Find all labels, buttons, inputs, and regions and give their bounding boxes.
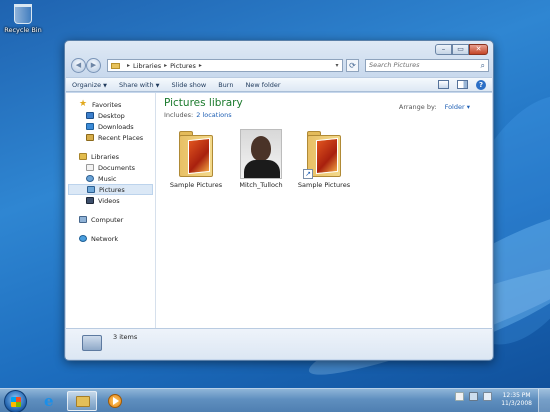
organize-button[interactable]: Organize ▼ xyxy=(66,81,113,89)
recycle-bin-icon xyxy=(14,4,32,24)
locations-link[interactable]: 2 locations xyxy=(196,111,231,119)
search-placeholder: Search Pictures xyxy=(369,61,420,69)
new-folder-button[interactable]: New folder xyxy=(239,81,286,89)
network-icon xyxy=(79,235,87,242)
change-view-icon[interactable] xyxy=(438,80,449,89)
chevron-down-icon: ▼ xyxy=(155,82,160,89)
recycle-bin-shortcut[interactable]: Recycle Bin xyxy=(2,4,44,34)
breadcrumb-libraries[interactable]: Libraries xyxy=(133,62,161,70)
videos-icon xyxy=(86,197,94,204)
recycle-bin-label: Recycle Bin xyxy=(4,26,42,34)
folder-shortcut-icon: ↗ xyxy=(303,129,345,179)
help-icon[interactable]: ? xyxy=(476,79,486,90)
action-center-icon[interactable] xyxy=(455,392,464,401)
notification-area xyxy=(455,392,492,401)
burn-button[interactable]: Burn xyxy=(212,81,239,89)
item-count: 3 items xyxy=(113,333,138,341)
search-input[interactable]: Search Pictures ⌕ xyxy=(365,59,489,72)
nav-videos[interactable]: Videos xyxy=(66,195,155,206)
navigation-bar: ◀ ▶ ▸ Libraries ▸ Pictures ▸ ▾ ⟳ Search … xyxy=(71,58,489,74)
star-icon: ★ xyxy=(79,99,88,109)
chevron-down-icon: ▼ xyxy=(103,82,107,89)
nav-downloads[interactable]: Downloads xyxy=(66,121,155,132)
explorer-window: – ▭ ✕ ◀ ▶ ▸ Libraries ▸ Pictures ▸ ▾ ⟳ S… xyxy=(64,40,494,361)
recent-places-icon xyxy=(86,134,94,141)
refresh-button[interactable]: ⟳ xyxy=(346,59,359,72)
start-button[interactable] xyxy=(4,390,27,412)
item-label: Mitch_Tulloch xyxy=(239,181,283,189)
network-icon[interactable] xyxy=(469,392,478,401)
navigation-pane: ★ Favorites Desktop Downloads Recent Plac… xyxy=(66,93,156,330)
arrange-by: Arrange by: Folder ▾ xyxy=(398,103,470,111)
command-bar: Organize ▼ Share with ▼ Slide show Burn Ne… xyxy=(66,77,492,92)
library-details-icon xyxy=(82,335,102,351)
list-item[interactable]: Sample Pictures xyxy=(166,129,226,189)
minimize-button[interactable]: – xyxy=(435,44,452,55)
list-item[interactable]: Mitch_Tulloch xyxy=(231,129,291,189)
arrange-by-dropdown[interactable]: Folder ▾ xyxy=(445,103,470,111)
documents-icon xyxy=(86,164,94,171)
address-dropdown-icon[interactable]: ▾ xyxy=(332,62,342,69)
breadcrumb-arrow-icon: ▸ xyxy=(198,62,202,69)
downloads-icon xyxy=(86,123,94,130)
volume-icon[interactable] xyxy=(483,392,492,401)
item-label: Sample Pictures xyxy=(169,181,223,189)
clock[interactable]: 12:35 PM 11/3/2008 xyxy=(501,392,532,408)
music-icon xyxy=(86,175,94,182)
caption-buttons: – ▭ ✕ xyxy=(435,44,488,55)
computer-icon xyxy=(79,216,87,223)
windows-logo-icon xyxy=(11,397,21,407)
search-icon[interactable]: ⌕ xyxy=(481,60,485,71)
desktop-icon xyxy=(86,112,94,119)
library-includes: Includes: 2 locations xyxy=(164,111,232,119)
nav-network[interactable]: Network xyxy=(66,233,155,244)
window-body: ★ Favorites Desktop Downloads Recent Plac… xyxy=(66,93,492,330)
nav-documents[interactable]: Documents xyxy=(66,162,155,173)
folder-icon xyxy=(76,396,90,407)
back-button[interactable]: ◀ xyxy=(71,58,86,73)
taskbar: e 12:35 PM 11/3/2008 xyxy=(0,388,550,412)
breadcrumb-arrow-icon: ▸ xyxy=(164,62,168,69)
details-pane: 3 items xyxy=(66,328,492,359)
forward-button[interactable]: ▶ xyxy=(86,58,101,73)
internet-explorer-button[interactable]: e xyxy=(36,391,66,411)
nav-computer[interactable]: Computer xyxy=(66,214,155,225)
nav-music[interactable]: Music xyxy=(66,173,155,184)
nav-desktop[interactable]: Desktop xyxy=(66,110,155,121)
media-player-button[interactable] xyxy=(100,391,130,411)
clock-time: 12:35 PM xyxy=(502,392,531,399)
clock-date: 11/3/2008 xyxy=(501,400,532,407)
pictures-icon xyxy=(87,186,95,193)
libraries-icon xyxy=(79,153,87,160)
nav-pictures[interactable]: Pictures xyxy=(68,184,153,195)
slide-show-button[interactable]: Slide show xyxy=(165,81,212,89)
nav-recent-places[interactable]: Recent Places xyxy=(66,132,155,143)
item-label: Sample Pictures xyxy=(297,181,351,189)
list-item[interactable]: ↗ Sample Pictures xyxy=(294,129,354,189)
maximize-button[interactable]: ▭ xyxy=(452,44,469,55)
photo-thumbnail xyxy=(240,129,282,179)
nav-favorites[interactable]: ★ Favorites xyxy=(66,99,155,110)
libraries-folder-icon xyxy=(111,62,120,69)
preview-pane-icon[interactable] xyxy=(457,80,468,89)
show-desktop-button[interactable] xyxy=(538,389,550,412)
folder-icon xyxy=(175,129,217,177)
content-pane: Pictures library Includes: 2 locations Ar… xyxy=(164,97,492,330)
share-with-button[interactable]: Share with ▼ xyxy=(113,81,165,89)
windows-explorer-button[interactable] xyxy=(67,391,97,411)
address-bar[interactable]: ▸ Libraries ▸ Pictures ▸ ▾ xyxy=(107,59,343,72)
breadcrumb-pictures[interactable]: Pictures xyxy=(170,62,196,70)
nav-libraries[interactable]: Libraries xyxy=(66,151,155,162)
internet-explorer-icon: e xyxy=(44,392,54,410)
shortcut-arrow-icon: ↗ xyxy=(303,169,313,179)
breadcrumb-arrow-icon: ▸ xyxy=(127,62,131,69)
close-button[interactable]: ✕ xyxy=(469,44,488,55)
